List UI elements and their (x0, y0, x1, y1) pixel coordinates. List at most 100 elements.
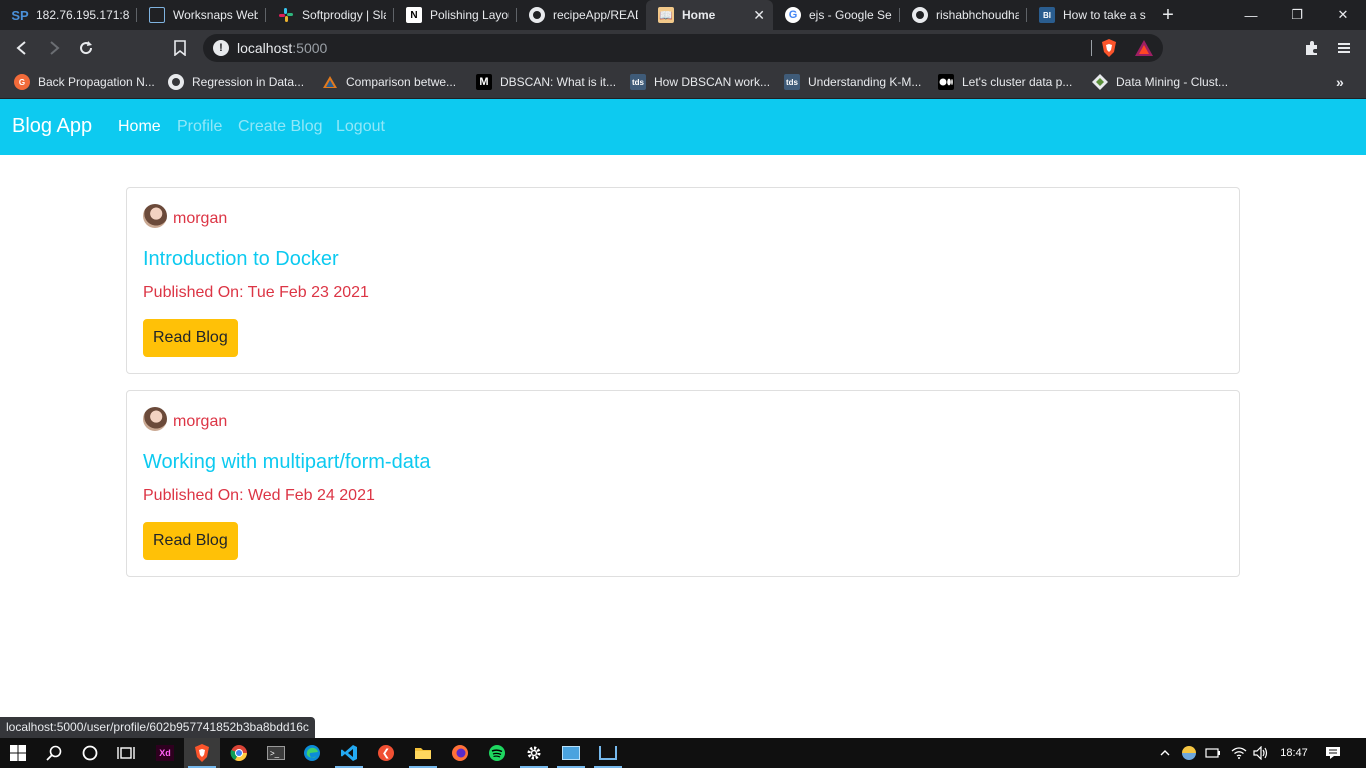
bi-icon: BI (1039, 7, 1055, 23)
address-bar[interactable]: ! localhost:5000 (203, 34, 1163, 62)
brand-link[interactable]: Blog App (12, 115, 92, 138)
author-link[interactable]: morgan (173, 210, 227, 228)
cortana-button[interactable] (72, 738, 108, 768)
brave-shields-icon[interactable] (1101, 39, 1117, 62)
browser-tab[interactable]: Softprodigy | Slac (266, 0, 394, 30)
sp-icon: SP (11, 7, 29, 23)
taskbar-brave[interactable] (184, 738, 220, 768)
back-arrow-icon (16, 41, 26, 55)
bookmark-item[interactable]: tds Understanding K-M... (784, 71, 921, 93)
reload-button[interactable] (74, 36, 98, 60)
volume-tray-icon[interactable] (1250, 738, 1272, 768)
triangle-icon (322, 74, 338, 90)
clock[interactable]: 18:47 (1276, 738, 1312, 768)
omnibox-divider (1091, 40, 1092, 56)
nav-link-profile[interactable]: Profile (177, 118, 222, 136)
close-tab-icon[interactable]: ✕ (753, 7, 765, 24)
bookmark-item[interactable]: G Back Propagation N... (14, 71, 155, 93)
read-blog-button[interactable]: Read Blog (143, 522, 238, 560)
google-icon: G (785, 7, 801, 23)
bookmark-item[interactable]: Let's cluster data p... (938, 71, 1072, 93)
battery-tray-icon[interactable] (1202, 738, 1224, 768)
forward-button[interactable] (42, 36, 66, 60)
puzzle-icon (1306, 41, 1317, 55)
site-info-icon[interactable]: ! (213, 40, 229, 56)
bookmark-item[interactable]: tds How DBSCAN work... (630, 71, 770, 93)
browser-tab[interactable]: G ejs - Google Sear (773, 0, 900, 30)
edge-icon (304, 745, 320, 761)
bookmark-label: How DBSCAN work... (654, 75, 771, 89)
taskbar-file-explorer[interactable] (405, 738, 441, 768)
nav-link-create-blog[interactable]: Create Blog (238, 118, 323, 136)
blog-title: Working with multipart/form-data (143, 451, 431, 473)
bookmark-item[interactable]: Comparison betwe... (322, 71, 456, 93)
bookmark-item[interactable]: M DBSCAN: What is it... (476, 71, 616, 93)
restore-button[interactable]: ❐ (1274, 0, 1320, 30)
tds-icon: tds (784, 74, 800, 90)
taskbar-edge[interactable] (294, 738, 330, 768)
brave-rewards-icon[interactable] (1135, 40, 1153, 61)
read-blog-button[interactable]: Read Blog (143, 319, 238, 357)
taskbar-git-app[interactable]: ❮ (368, 738, 404, 768)
new-tab-button[interactable]: + (1154, 0, 1182, 30)
show-hidden-icons-button[interactable] (1154, 738, 1176, 768)
slack-icon (278, 7, 294, 23)
taskbar-firefox[interactable] (442, 738, 478, 768)
weather-tray-icon[interactable] (1178, 738, 1200, 768)
bookmark-item[interactable]: Data Mining - Clust... (1092, 71, 1228, 93)
taskbar-vscode[interactable] (331, 738, 367, 768)
taskbar-terminal[interactable]: >_ (258, 738, 294, 768)
medium-icon: M (476, 74, 492, 90)
book-icon: 📖 (658, 7, 674, 23)
taskbar-remote-desktop[interactable] (553, 738, 589, 768)
wifi-tray-icon[interactable] (1228, 738, 1250, 768)
firefox-icon (452, 745, 468, 761)
taskbar-spotify[interactable] (479, 738, 515, 768)
start-button[interactable] (0, 738, 36, 768)
tab-title: How to take a sc (1063, 8, 1146, 22)
author-avatar[interactable] (143, 204, 167, 228)
menu-button[interactable] (1332, 36, 1356, 60)
taskbar-worksnaps[interactable] (590, 738, 626, 768)
chevron-up-icon (1160, 750, 1170, 756)
hamburger-icon (1338, 43, 1350, 53)
search-button[interactable] (36, 738, 72, 768)
bookmark-label: Data Mining - Clust... (1116, 75, 1229, 89)
browser-tab[interactable]: recipeApp/READI (517, 0, 646, 30)
tab-title: rishabhchoudhar (936, 8, 1019, 22)
browser-tab[interactable]: Worksnaps Web (137, 0, 266, 30)
browser-tab-active[interactable]: 📖 Home ✕ (646, 0, 773, 30)
bookmark-item[interactable]: Regression in Data... (168, 71, 304, 93)
taskbar-settings[interactable] (516, 738, 552, 768)
browser-tab[interactable]: rishabhchoudhar (900, 0, 1027, 30)
tds-icon: tds (630, 74, 646, 90)
taskbar-chrome[interactable] (221, 738, 257, 768)
minimize-button[interactable]: — (1228, 0, 1274, 30)
nav-link-home[interactable]: Home (118, 118, 161, 136)
notification-icon (1326, 747, 1340, 759)
more-bookmarks-button[interactable]: » (1336, 71, 1344, 93)
extensions-button[interactable] (1300, 36, 1324, 60)
author-avatar[interactable] (143, 407, 167, 431)
taskbar-adobe-xd[interactable]: Xd (147, 738, 183, 768)
browser-tab[interactable]: SP 182.76.195.171:8 (0, 0, 137, 30)
address-url[interactable]: localhost:5000 (237, 40, 327, 56)
bookmark-button[interactable] (168, 36, 192, 60)
github-icon (529, 7, 545, 23)
task-view-button[interactable] (108, 738, 144, 768)
bookmark-label: Regression in Data... (192, 75, 305, 89)
action-center-button[interactable] (1320, 738, 1346, 768)
reload-icon (80, 41, 93, 55)
back-button[interactable] (10, 36, 34, 60)
bookmarks-bar: G Back Propagation N... Regression in Da… (0, 66, 1366, 99)
browser-tab[interactable]: N Polishing Layout (394, 0, 517, 30)
browser-toolbar: ! localhost:5000 (0, 30, 1366, 66)
browser-tab[interactable]: BI How to take a sc (1027, 0, 1154, 30)
nav-link-logout[interactable]: Logout (336, 118, 385, 136)
git-icon: ❮ (378, 745, 394, 761)
app-navbar: Blog App Home Profile Create Blog Logout (0, 99, 1366, 155)
close-window-button[interactable]: ✕ (1320, 0, 1366, 30)
tab-title: Home (682, 8, 716, 22)
author-link[interactable]: morgan (173, 413, 227, 431)
diamond-icon (1092, 74, 1108, 90)
